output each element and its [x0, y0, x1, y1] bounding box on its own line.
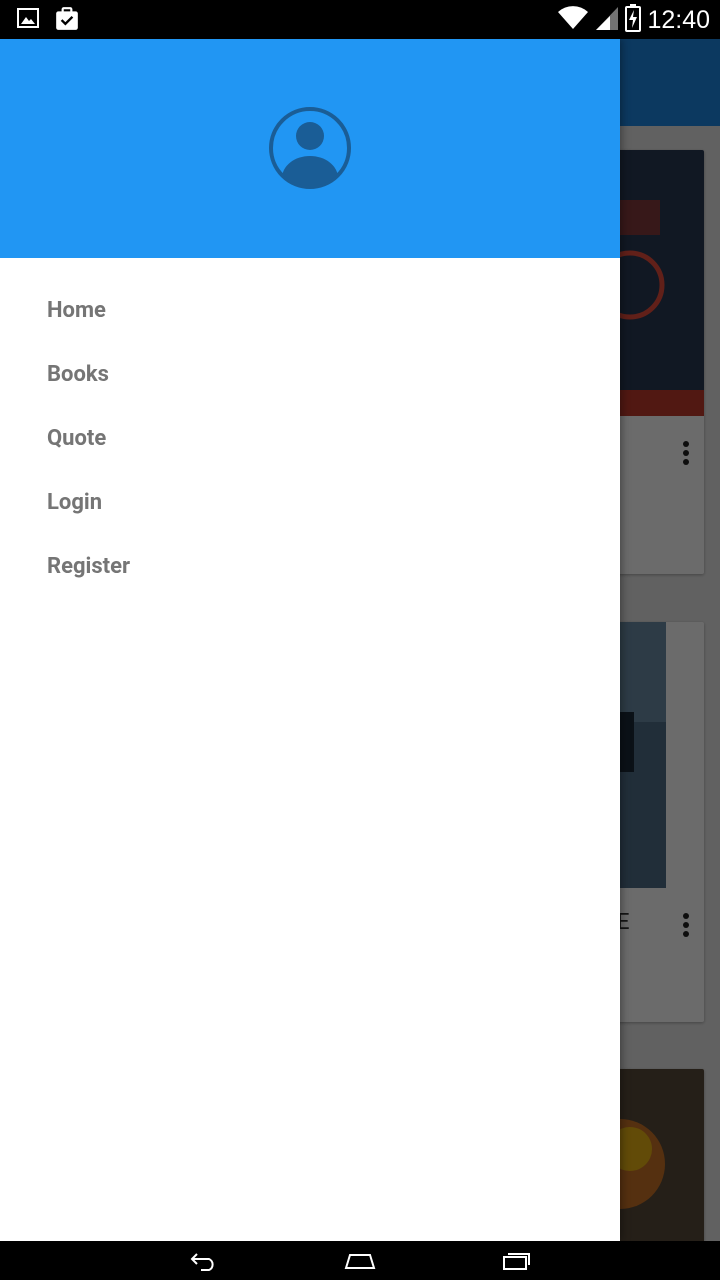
menu-item-register[interactable]: Register	[0, 538, 620, 602]
back-icon[interactable]	[174, 1247, 234, 1275]
recents-icon[interactable]	[486, 1247, 546, 1275]
clipboard-check-icon	[54, 6, 80, 36]
navigation-drawer: Home Books Quote Login Register	[0, 39, 620, 1241]
status-time: 12:40	[647, 6, 710, 34]
menu-item-label: Login	[47, 490, 103, 515]
home-icon[interactable]	[330, 1247, 390, 1275]
menu-item-label: Home	[47, 298, 106, 323]
drawer-header	[0, 39, 620, 258]
menu-item-books[interactable]: Books	[0, 346, 620, 410]
wifi-icon	[557, 5, 589, 35]
menu-item-label: Register	[47, 554, 131, 579]
status-bar: 12:40	[0, 0, 720, 39]
system-nav-bar	[0, 1241, 720, 1280]
image-notification-icon	[16, 6, 40, 36]
menu-item-label: Quote	[47, 426, 107, 451]
menu-item-home[interactable]: Home	[0, 282, 620, 346]
menu-item-quote[interactable]: Quote	[0, 410, 620, 474]
cell-signal-icon	[595, 5, 619, 35]
menu-item-label: Books	[47, 362, 109, 387]
menu-item-login[interactable]: Login	[0, 474, 620, 538]
battery-charging-icon	[625, 4, 642, 36]
account-circle-icon[interactable]	[268, 106, 352, 190]
